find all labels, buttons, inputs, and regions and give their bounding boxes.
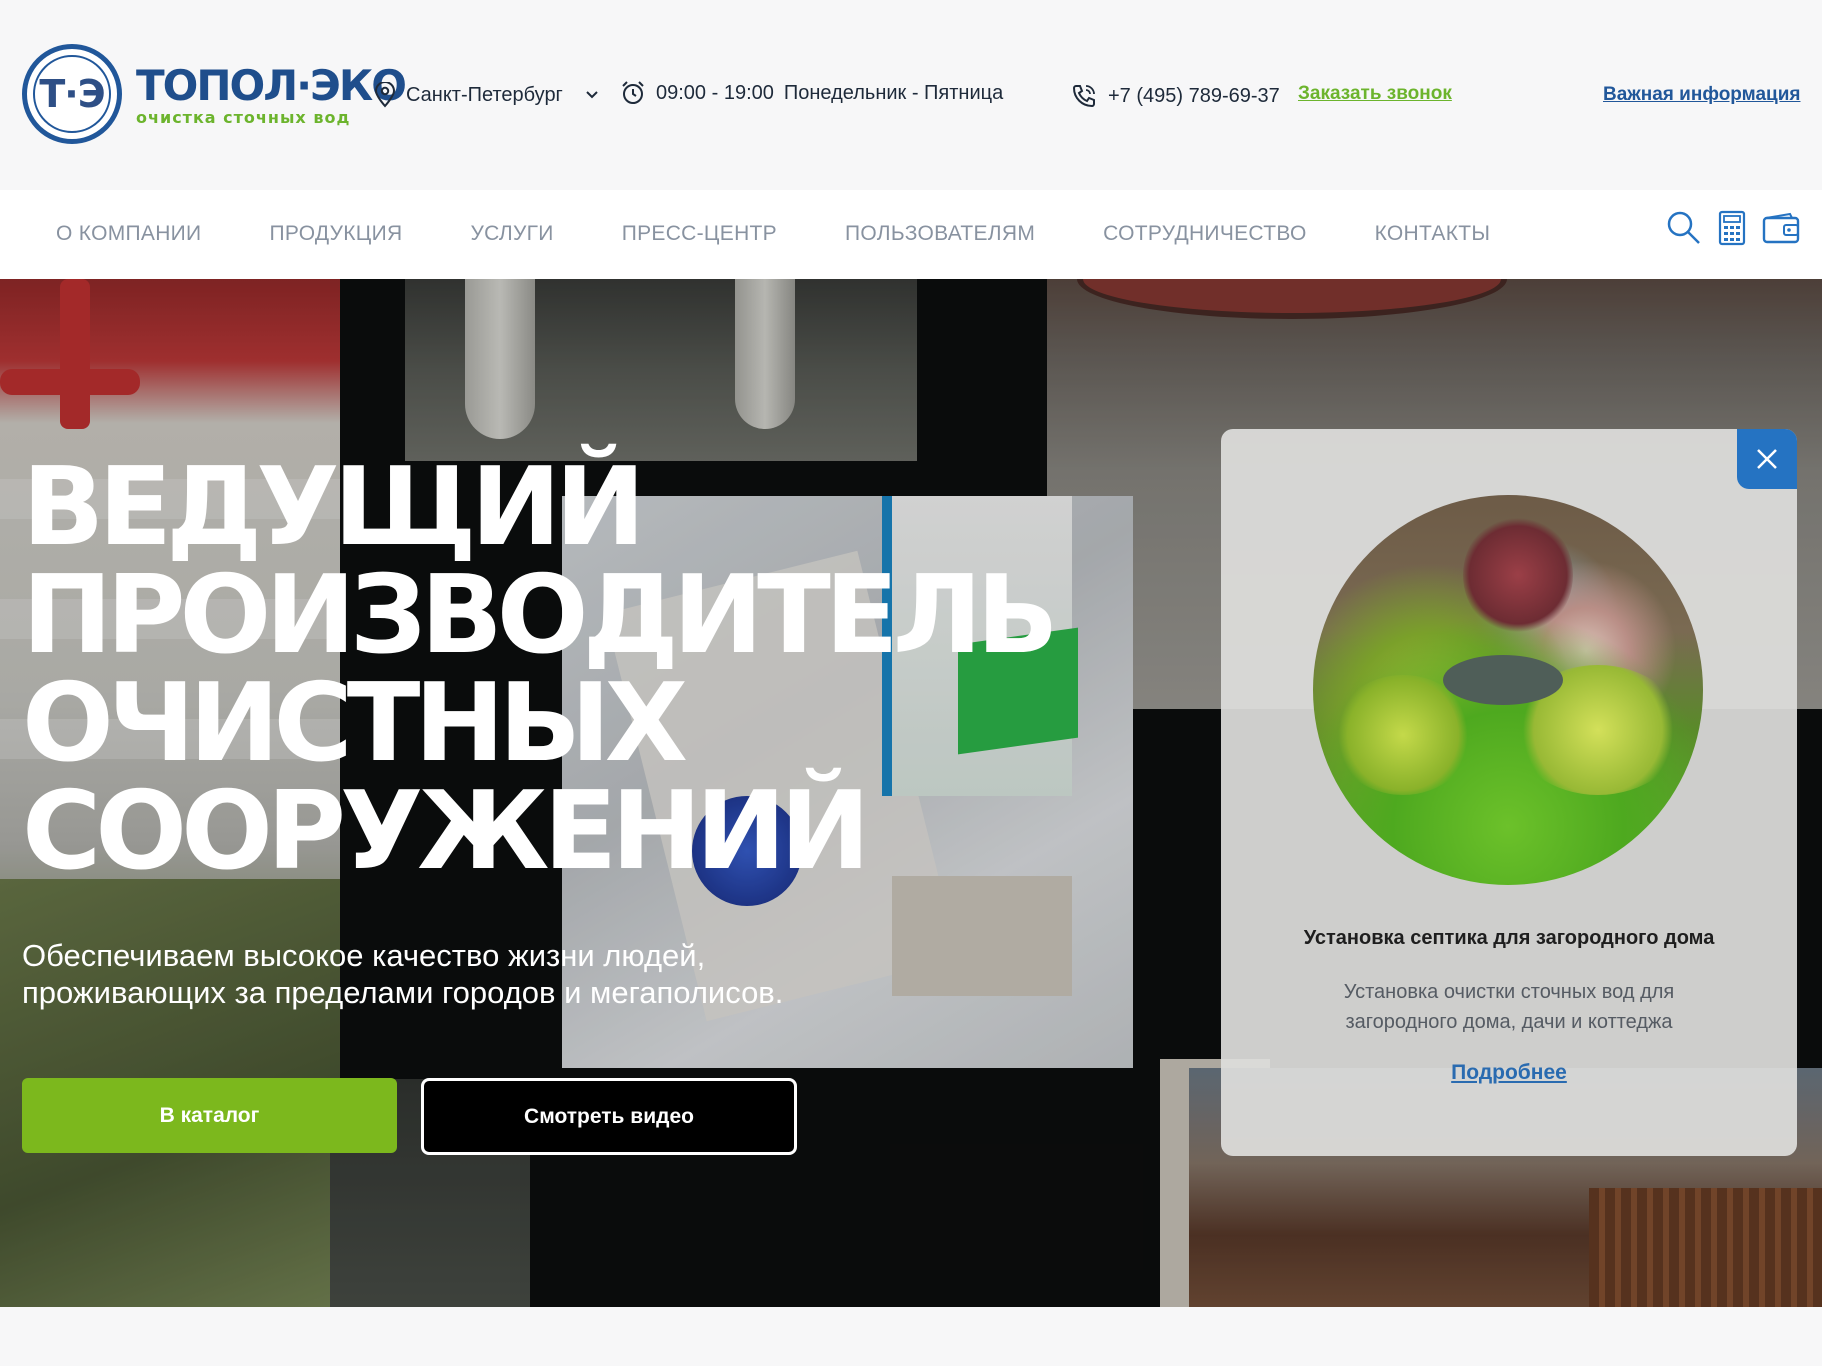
nav-item-cooperation[interactable]: Сотрудничество (1103, 222, 1306, 246)
popup-title: Установка септика для загородного дома (1303, 927, 1715, 949)
wallet-icon[interactable] (1762, 212, 1800, 244)
hero-title: ВЕДУЩИЙ ПРОИЗВОДИТЕЛЬ ОЧИСТНЫХ СООРУЖЕНИ… (22, 445, 1059, 894)
working-hours: 09:00 - 19:00 Понедельник - Пятница (620, 80, 1003, 106)
main-nav: О компании Продукция Услуги Пресс-центр … (0, 190, 1822, 279)
hours-label: 09:00 - 19:00 (656, 81, 774, 104)
logo-subtitle: очистка сточных вод (136, 107, 351, 127)
hero-title-line: ВЕДУЩИЙ (22, 445, 646, 570)
logo[interactable]: Т·Э ТОПОЛ·ЭКО очистка сточных вод (22, 44, 407, 144)
chevron-down-icon (586, 91, 598, 99)
hero-title-line: ОЧИСТНЫХ (22, 661, 688, 786)
search-icon[interactable] (1666, 210, 1702, 246)
hero-title-line: СООРУЖЕНИЙ (22, 769, 870, 894)
logo-mark: Т·Э (22, 44, 122, 144)
days-label: Понедельник - Пятница (783, 81, 1004, 104)
popup-more-link[interactable]: Подробнее (1221, 1061, 1797, 1085)
close-icon (1757, 449, 1777, 469)
nav-item-contacts[interactable]: Контакты (1375, 222, 1491, 246)
phone-block[interactable]: +7 (495) 789-69-37 (1070, 82, 1280, 110)
catalog-button[interactable]: В каталог (22, 1078, 397, 1153)
close-button[interactable] (1737, 429, 1797, 489)
popup-text: Установка очистки сточных вод для загоро… (1343, 981, 1675, 1033)
nav-menu: О компании Продукция Услуги Пресс-центр … (56, 222, 1558, 246)
logo-title: ТОПОЛ·ЭКО (136, 60, 407, 110)
nav-item-products[interactable]: Продукция (269, 222, 402, 246)
nav-item-press[interactable]: Пресс-центр (622, 222, 777, 246)
alarm-clock-icon (622, 81, 644, 104)
callback-link[interactable]: Заказать звонок (1298, 83, 1452, 105)
septic-garden-image (1313, 495, 1703, 885)
watch-video-button[interactable]: Смотреть видео (421, 1078, 797, 1155)
promo-popup: Установка септика для загородного дома У… (1221, 429, 1797, 1156)
calculator-icon[interactable] (1718, 210, 1746, 246)
logo-text: ТОПОЛ·ЭКО очистка сточных вод (136, 60, 407, 127)
hero-subtitle: Обеспечиваем высокое качество жизни люде… (22, 938, 784, 1010)
top-header: Т·Э ТОПОЛ·ЭКО очистка сточных вод Санкт-… (0, 0, 1822, 190)
nav-icons (1666, 210, 1800, 246)
phone-icon (1072, 85, 1095, 108)
logo-mark-text: Т·Э (39, 72, 105, 116)
nav-item-about[interactable]: О компании (56, 222, 201, 246)
nav-item-services[interactable]: Услуги (471, 222, 554, 246)
hero-title-line: ПРОИЗВОДИТЕЛЬ (22, 553, 1059, 678)
city-selector[interactable]: Санкт-Петербург (374, 82, 599, 108)
page-bottom (0, 1307, 1822, 1366)
important-info-link[interactable]: Важная информация (1603, 84, 1800, 106)
phone-number[interactable]: +7 (495) 789-69-37 (1108, 85, 1280, 108)
city-label: Санкт-Петербург (406, 83, 563, 106)
nav-item-users[interactable]: Пользователям (845, 222, 1035, 246)
location-pin-icon (374, 82, 396, 108)
